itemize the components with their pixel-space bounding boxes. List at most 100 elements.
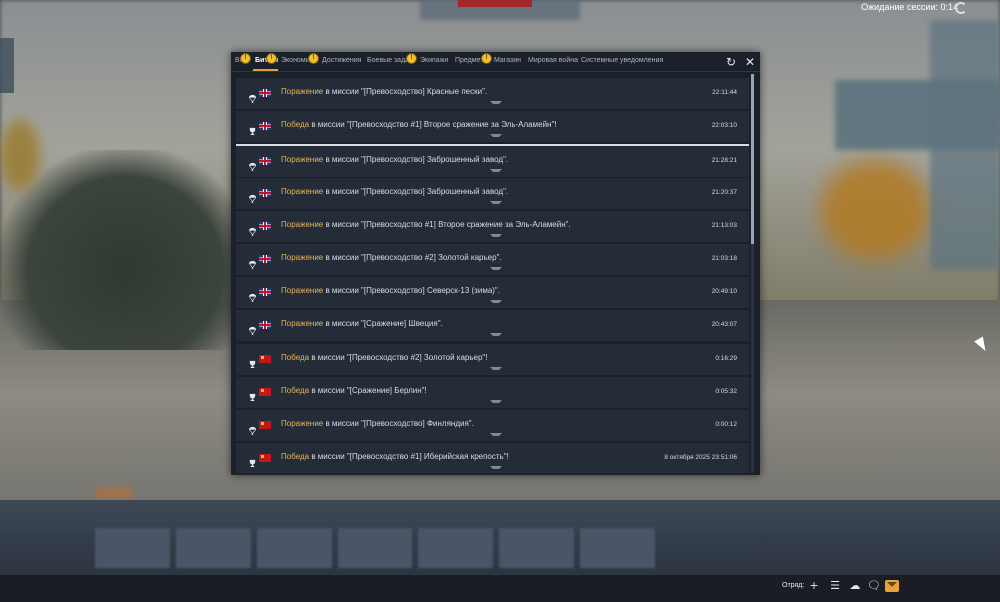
notification-time: 8 октября 2025 23:51:06 <box>664 454 737 462</box>
chevron-down-icon[interactable] <box>490 267 502 273</box>
ussr-flag-icon <box>259 387 271 396</box>
notification-row[interactable]: Поражение в миссии "[Превосходство] Забр… <box>236 177 749 209</box>
vehicle-card[interactable] <box>499 528 575 568</box>
notification-row[interactable]: Победа в миссии "[Сражение] Берлин"! 0:05… <box>236 376 749 408</box>
notification-row[interactable]: Поражение в миссии "[Превосходство #1] В… <box>236 210 749 242</box>
battle-result: Поражение <box>281 319 324 329</box>
notification-row[interactable]: Поражение в миссии "[Превосходство] Финл… <box>236 410 749 441</box>
mission-text: в миссии "[Превосходство] Красные пески"… <box>323 87 488 96</box>
vehicle-cards <box>95 528 656 568</box>
parachute-icon <box>248 320 257 336</box>
battle-result: Победа <box>281 120 310 130</box>
building <box>930 20 1000 270</box>
chevron-down-icon[interactable] <box>490 233 502 240</box>
uk-flag-icon <box>259 122 271 131</box>
uk-flag-icon <box>259 255 271 263</box>
tab-crews[interactable]: Экипажи <box>420 57 448 64</box>
mail-icon[interactable] <box>885 580 899 592</box>
tab-label: Системные уведомления <box>581 57 664 64</box>
notification-message: Поражение в миссии "[Превосходство #1] В… <box>281 220 571 229</box>
scrollbar-thumb[interactable] <box>751 74 754 244</box>
notification-row[interactable]: Поражение в миссии "[Сражение] Швеция". 2… <box>236 310 749 342</box>
uk-flag-icon <box>259 288 271 297</box>
chevron-down-icon[interactable] <box>490 433 502 439</box>
chevron-down-icon[interactable] <box>490 466 502 472</box>
chevron-down-icon[interactable] <box>490 101 502 107</box>
notification-row[interactable]: Победа в миссии "[Превосходство #2] Золо… <box>236 343 749 375</box>
parachute-icon <box>248 221 257 236</box>
tree <box>0 120 40 190</box>
chevron-down-icon[interactable] <box>490 169 502 175</box>
vehicle-card[interactable] <box>95 528 170 568</box>
notification-time: 0:05:32 <box>715 387 737 395</box>
tab-shop[interactable]: Магазин <box>494 57 521 64</box>
chevron-down-icon[interactable] <box>490 300 502 306</box>
vehicle-card[interactable] <box>175 528 251 568</box>
parachute-icon <box>248 188 257 203</box>
add-squad-icon[interactable]: + <box>808 580 820 592</box>
parachute-icon <box>248 420 257 435</box>
battle-result: Победа <box>281 385 310 395</box>
mission-text: в миссии "[Превосходство] Финляндия". <box>323 419 474 428</box>
mission-text: в миссии "[Превосходство #2] Золотой кар… <box>309 352 488 362</box>
tab-battles[interactable]: ! Битвы <box>255 53 278 64</box>
parachute-icon <box>248 88 257 103</box>
mission-text: в миссии "[Превосходство] Заброшенный за… <box>323 186 509 196</box>
notification-message: Победа в миссии "[Сражение] Берлин"! <box>281 386 427 395</box>
vehicle-card[interactable] <box>580 528 656 568</box>
mission-text: в миссии "[Сражение] Берлин"! <box>309 385 427 395</box>
notification-message: Поражение в миссии "[Превосходство] Финл… <box>281 419 474 428</box>
tank-silhouette <box>0 150 250 350</box>
notification-time: 21:03:18 <box>711 255 737 262</box>
chevron-down-icon[interactable] <box>490 200 502 207</box>
tab-label: Достижения <box>322 57 362 64</box>
tab-achievements[interactable]: Достижения <box>322 57 361 64</box>
uk-flag-icon <box>259 321 271 330</box>
vehicle-card[interactable] <box>256 528 332 568</box>
list-icon[interactable]: ☰ <box>829 580 841 592</box>
trophy-icon <box>248 387 257 401</box>
tab-system-notifications[interactable]: Системные уведомления <box>581 57 663 64</box>
trophy-icon <box>248 121 257 136</box>
notification-message: Победа в миссии "[Превосходство #2] Золо… <box>281 353 487 362</box>
friends-icon[interactable]: ☁ <box>849 580 861 592</box>
tab-economy[interactable]: ! Экономика <box>281 53 319 64</box>
mission-text: в миссии "[Превосходство] Северск-13 (зи… <box>323 286 500 296</box>
close-icon[interactable]: ✕ <box>743 55 757 69</box>
notification-row[interactable]: Победа в миссии "[Превосходство #1] Ибер… <box>236 443 749 473</box>
vehicle-card[interactable] <box>418 528 494 568</box>
chevron-down-icon[interactable] <box>490 134 502 140</box>
notifications-window: ! Все ! Битвы ! Экономика Достижения ! Б… <box>231 52 760 475</box>
parachute-icon <box>248 254 257 269</box>
battle-result: Победа <box>281 352 310 362</box>
notification-row[interactable]: Поражение в миссии "[Превосходство #2] З… <box>236 244 749 275</box>
notification-message: Поражение в миссии "[Превосходство #2] З… <box>281 253 502 262</box>
notification-message: Поражение в миссии "[Превосходство] Забр… <box>281 187 508 196</box>
tab-items[interactable]: ! Предметы <box>455 53 492 64</box>
tab-world-war[interactable]: Мировая война <box>528 57 578 64</box>
chat-icon[interactable]: 🗨 <box>867 580 881 592</box>
refresh-icon[interactable]: ↻ <box>724 55 738 69</box>
tree <box>820 160 930 260</box>
notification-row[interactable]: Победа в миссии "[Превосходство #1] Втор… <box>236 111 749 143</box>
parachute-icon <box>248 156 257 172</box>
chevron-down-icon[interactable] <box>490 399 502 406</box>
notification-message: Победа в миссии "[Превосходство #1] Втор… <box>281 120 557 129</box>
alert-badge-icon: ! <box>308 53 319 64</box>
notification-message: Поражение в миссии "[Сражение] Швеция". <box>281 319 443 328</box>
notification-message: Поражение в миссии "[Превосходство] Севе… <box>281 286 500 295</box>
parachute-icon <box>248 287 257 303</box>
tab-all[interactable]: ! Все <box>235 53 251 64</box>
battle-notifications-list: Поражение в миссии "[Превосходство] Крас… <box>236 78 749 473</box>
chevron-down-icon[interactable] <box>490 333 502 339</box>
notification-row[interactable]: Поражение в миссии "[Превосходство] Крас… <box>236 78 749 109</box>
mission-text: в миссии "[Превосходство #1] Второе сраж… <box>309 120 557 130</box>
notification-time: 20:43:07 <box>711 321 737 329</box>
notification-row[interactable]: Поражение в миссии "[Превосходство] Севе… <box>236 277 749 309</box>
tab-battle-tasks[interactable]: ! Боевые задачи <box>367 53 417 64</box>
notification-row[interactable]: Поражение в миссии "[Превосходство] Забр… <box>236 144 749 178</box>
squad-label: Отряд: <box>782 582 805 589</box>
chevron-down-icon[interactable] <box>490 366 502 373</box>
side-panel <box>0 38 14 93</box>
vehicle-card[interactable] <box>337 528 413 568</box>
